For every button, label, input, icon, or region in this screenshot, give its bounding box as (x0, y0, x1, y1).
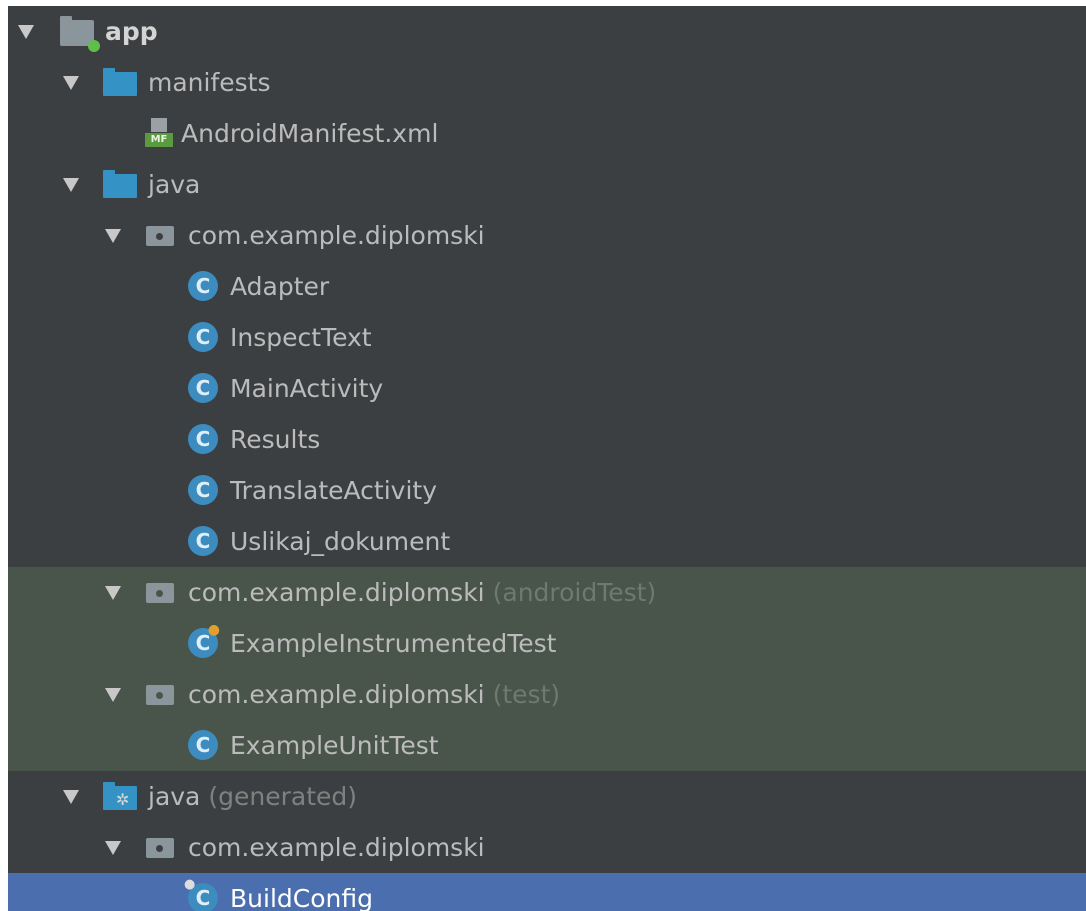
class-icon: C (188, 424, 218, 454)
tree-node-class[interactable]: C TranslateActivity (8, 465, 1086, 516)
project-tree-panel: app manifests MF AndroidManifest.xml jav… (8, 6, 1086, 911)
tree-node-manifests[interactable]: manifests (8, 57, 1086, 108)
tree-node-label: manifests (148, 68, 271, 97)
package-icon (146, 838, 174, 858)
tree-node-class-instrumented-test[interactable]: C ● ExampleInstrumentedTest (8, 618, 1086, 669)
locked-class-icon: C ● (184, 877, 218, 911)
manifest-file-icon: MF (145, 118, 173, 148)
tree-node-label: AndroidManifest.xml (181, 119, 439, 148)
tree-node-label: com.example.diplomski (188, 833, 485, 862)
tree-node-android-manifest[interactable]: MF AndroidManifest.xml (8, 108, 1086, 159)
tree-node-app[interactable]: app (8, 6, 1086, 57)
tree-node-label: com.example.diplomski (androidTest) (188, 578, 657, 607)
tree-node-label: TranslateActivity (230, 476, 438, 505)
tree-node-label: Results (230, 425, 321, 454)
expand-arrow-icon[interactable] (105, 585, 121, 600)
tree-node-suffix: (generated) (208, 782, 358, 811)
generated-folder-icon: ✲ (103, 782, 137, 810)
class-icon: C (188, 373, 218, 403)
package-icon (146, 685, 174, 705)
test-class-icon: C ● (188, 622, 220, 658)
tree-node-label: java (148, 170, 201, 199)
expand-arrow-icon[interactable] (63, 789, 79, 804)
tree-node-class[interactable]: C MainActivity (8, 363, 1086, 414)
package-icon (146, 226, 174, 246)
tree-node-java-generated[interactable]: ✲ java (generated) (8, 771, 1086, 822)
package-icon (146, 583, 174, 603)
expand-arrow-icon[interactable] (105, 840, 121, 855)
tree-node-suffix: (test) (492, 680, 561, 709)
tree-node-suffix: (androidTest) (492, 578, 657, 607)
tree-node-package-android-test[interactable]: com.example.diplomski (androidTest) (8, 567, 1086, 618)
expand-arrow-icon[interactable] (63, 75, 79, 90)
class-icon: C (188, 526, 218, 556)
tree-node-label: app (105, 17, 158, 46)
tree-node-package-main[interactable]: com.example.diplomski (8, 210, 1086, 261)
app-module-folder-icon (60, 16, 100, 52)
expand-arrow-icon[interactable] (105, 228, 121, 243)
tree-node-label: com.example.diplomski (test) (188, 680, 561, 709)
tree-node-package-generated[interactable]: com.example.diplomski (8, 822, 1086, 873)
tree-node-label: ExampleInstrumentedTest (230, 629, 557, 658)
class-icon: C (188, 271, 218, 301)
folder-icon (103, 170, 137, 198)
expand-arrow-icon[interactable] (18, 24, 34, 39)
expand-arrow-icon[interactable] (105, 687, 121, 702)
tree-node-label: ExampleUnitTest (230, 731, 439, 760)
tree-node-class-unit-test[interactable]: C ExampleUnitTest (8, 720, 1086, 771)
expand-arrow-icon[interactable] (63, 177, 79, 192)
class-icon: C (188, 322, 218, 352)
class-icon: C (188, 730, 218, 760)
tree-node-label: java (generated) (148, 782, 358, 811)
tree-node-class[interactable]: C Adapter (8, 261, 1086, 312)
tree-node-class[interactable]: C InspectText (8, 312, 1086, 363)
tree-node-label: BuildConfig (230, 884, 373, 911)
tree-node-buildconfig[interactable]: C ● BuildConfig (8, 873, 1086, 911)
tree-node-label: MainActivity (230, 374, 384, 403)
class-icon: C (188, 475, 218, 505)
tree-node-label: InspectText (230, 323, 372, 352)
folder-icon (103, 68, 137, 96)
tree-node-label: Uslikaj_dokument (230, 527, 451, 556)
tree-node-label: Adapter (230, 272, 330, 301)
tree-node-label: com.example.diplomski (188, 221, 485, 250)
tree-node-java[interactable]: java (8, 159, 1086, 210)
tree-node-class[interactable]: C Uslikaj_dokument (8, 516, 1086, 567)
tree-node-class[interactable]: C Results (8, 414, 1086, 465)
tree-node-package-test[interactable]: com.example.diplomski (test) (8, 669, 1086, 720)
